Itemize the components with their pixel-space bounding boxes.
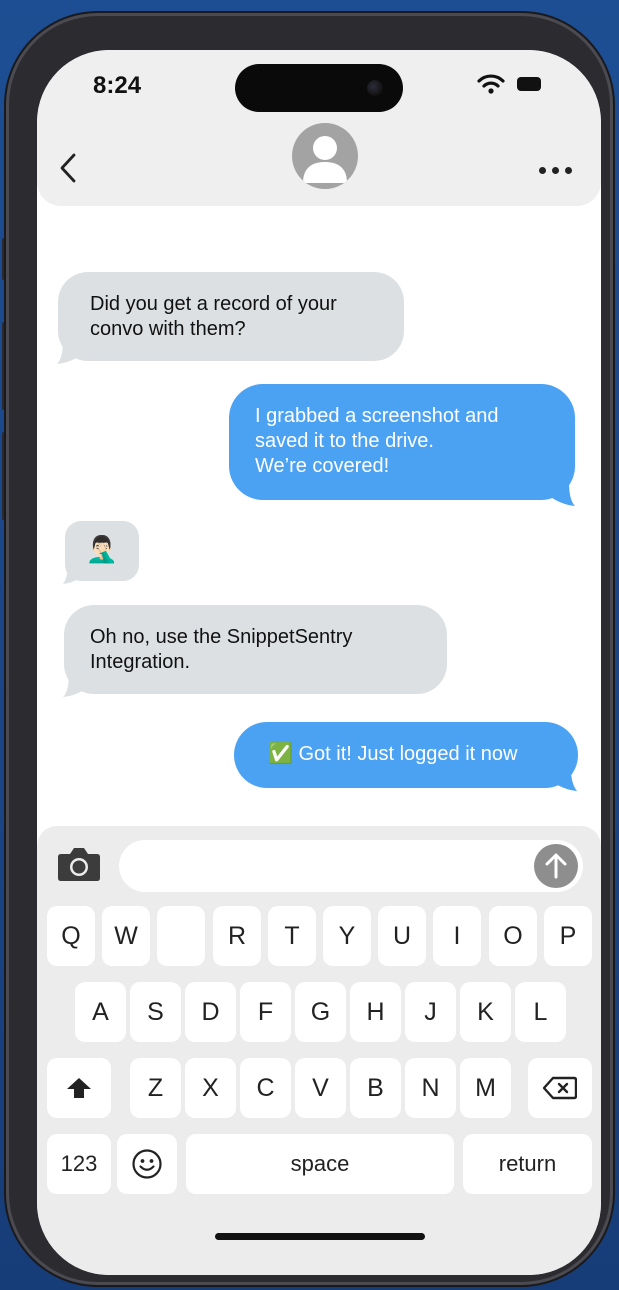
message-bubble-sent: ✅ Got it! Just logged it now <box>234 722 578 788</box>
send-button[interactable] <box>534 844 578 888</box>
conversation-header: 8:24 <box>37 50 601 206</box>
key-m[interactable]: M <box>460 1058 511 1118</box>
emoji-key[interactable] <box>117 1134 177 1194</box>
key-g[interactable]: G <box>295 982 346 1042</box>
backspace-icon <box>543 1076 577 1100</box>
return-key[interactable]: return <box>463 1134 592 1194</box>
contact-avatar[interactable] <box>292 123 358 189</box>
bubble-tail <box>547 482 575 506</box>
bubble-tail <box>57 340 85 364</box>
phone-frame: 8:24 Did you get a record of your convo … <box>6 13 613 1285</box>
key-t[interactable]: T <box>268 906 316 966</box>
battery-icon <box>517 77 541 91</box>
smiley-icon <box>132 1149 162 1179</box>
space-key[interactable]: space <box>186 1134 454 1194</box>
arrow-up-icon <box>545 853 567 879</box>
shift-icon <box>67 1078 91 1098</box>
home-indicator[interactable] <box>215 1233 425 1240</box>
shift-key[interactable] <box>47 1058 111 1118</box>
message-bubble-received: Did you get a record of your convo with … <box>58 272 404 361</box>
bubble-tail <box>63 673 91 697</box>
key-i[interactable]: I <box>433 906 481 966</box>
numbers-key[interactable]: 123 <box>47 1134 111 1194</box>
status-time: 8:24 <box>93 72 142 99</box>
delete-key[interactable] <box>528 1058 592 1118</box>
key-j[interactable]: J <box>405 982 456 1042</box>
key-e[interactable] <box>157 906 205 966</box>
key-f[interactable]: F <box>240 982 291 1042</box>
message-input[interactable] <box>119 840 583 892</box>
front-camera <box>367 80 383 96</box>
message-bubble-received: Oh no, use the SnippetSentry Integration… <box>64 605 447 694</box>
key-w[interactable]: W <box>102 906 150 966</box>
screen: 8:24 Did you get a record of your convo … <box>37 50 601 1275</box>
key-v[interactable]: V <box>295 1058 346 1118</box>
key-o[interactable]: O <box>489 906 537 966</box>
dynamic-island <box>235 64 403 112</box>
message-bubble-sent: I grabbed a screenshot and saved it to t… <box>229 384 575 500</box>
bubble-tail <box>63 564 85 584</box>
key-x[interactable]: X <box>185 1058 236 1118</box>
key-l[interactable]: L <box>515 982 566 1042</box>
key-a[interactable]: A <box>75 982 126 1042</box>
keyboard-panel: Q W R T Y U I O P A S D F G H J K L Z X … <box>37 826 601 1275</box>
key-r[interactable]: R <box>213 906 261 966</box>
more-options-icon[interactable] <box>539 167 573 175</box>
key-c[interactable]: C <box>240 1058 291 1118</box>
key-b[interactable]: B <box>350 1058 401 1118</box>
key-y[interactable]: Y <box>323 906 371 966</box>
key-d[interactable]: D <box>185 982 236 1042</box>
key-h[interactable]: H <box>350 982 401 1042</box>
key-p[interactable]: P <box>544 906 592 966</box>
camera-icon[interactable] <box>57 846 101 882</box>
key-u[interactable]: U <box>378 906 426 966</box>
key-n[interactable]: N <box>405 1058 456 1118</box>
key-q[interactable]: Q <box>47 906 95 966</box>
key-z[interactable]: Z <box>130 1058 181 1118</box>
key-s[interactable]: S <box>130 982 181 1042</box>
back-chevron-icon[interactable] <box>57 152 79 184</box>
person-icon <box>303 136 347 183</box>
key-k[interactable]: K <box>460 982 511 1042</box>
bubble-tail <box>549 769 577 791</box>
wifi-icon <box>477 74 505 94</box>
